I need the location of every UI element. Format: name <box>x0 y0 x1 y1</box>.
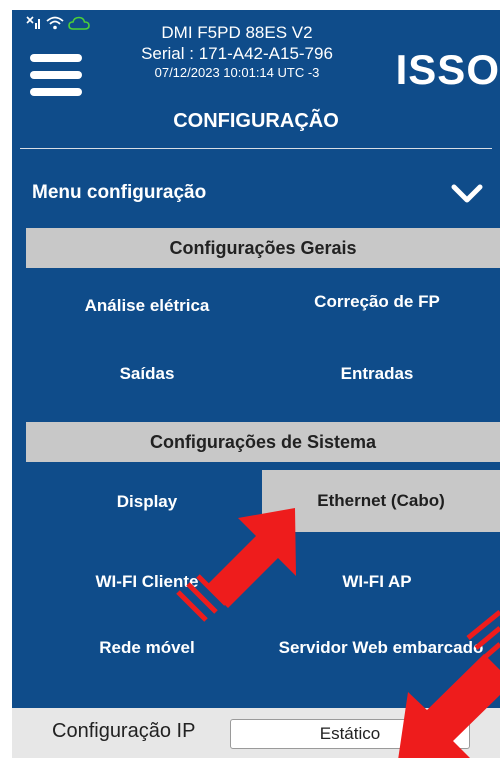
btn-embedded-web-server[interactable]: Servidor Web embarcado <box>262 622 500 674</box>
brand-logo: ISSO <box>395 46 500 93</box>
hamburger-menu-button[interactable] <box>30 54 82 96</box>
device-serial: Serial : 171-A42-A15-796 <box>141 44 333 64</box>
btn-wifi-ap[interactable]: WI-FI AP <box>262 556 492 608</box>
ip-config-selected: Estático <box>319 724 381 743</box>
btn-power-factor-correction[interactable]: Correção de FP <box>262 276 492 328</box>
title-divider <box>20 148 492 149</box>
wifi-icon <box>46 16 64 30</box>
cloud-icon <box>68 16 90 30</box>
btn-ethernet-cable[interactable]: Ethernet (Cabo) <box>262 470 500 532</box>
ip-config-select[interactable]: Estático <box>230 719 470 749</box>
menu-label: Menu configuração <box>32 182 207 203</box>
btn-inputs[interactable]: Entradas <box>262 348 492 400</box>
section-system-header: Configurações de Sistema <box>26 422 500 462</box>
section-general-header: Configurações Gerais <box>26 228 500 268</box>
ip-config-label: Configuração IP <box>52 720 196 742</box>
btn-display[interactable]: Display <box>32 476 262 528</box>
btn-electrical-analysis[interactable]: Análise elétrica <box>32 280 262 332</box>
btn-mobile-network[interactable]: Rede móvel <box>32 622 262 674</box>
chevron-down-icon <box>447 730 459 738</box>
no-signal-icon <box>26 16 40 29</box>
chevron-down-icon <box>451 184 483 203</box>
config-screen: DMI F5PD 88ES V2 Serial : 171-A42-A15-79… <box>12 10 500 758</box>
menu-configuration-toggle[interactable]: Menu configuração <box>12 170 500 220</box>
page-title: CONFIGURAÇÃO <box>173 110 339 132</box>
ip-config-panel: Configuração IP Estático <box>12 708 500 758</box>
status-icons <box>26 16 90 30</box>
btn-outputs[interactable]: Saídas <box>32 348 262 400</box>
device-datetime: 07/12/2023 10:01:14 UTC -3 <box>154 64 320 80</box>
header: DMI F5PD 88ES V2 Serial : 171-A42-A15-79… <box>12 10 500 152</box>
btn-wifi-client[interactable]: WI-FI Cliente <box>32 556 262 608</box>
device-model: DMI F5PD 88ES V2 <box>161 23 313 42</box>
device-info: DMI F5PD 88ES V2 Serial : 171-A42-A15-79… <box>112 22 362 81</box>
